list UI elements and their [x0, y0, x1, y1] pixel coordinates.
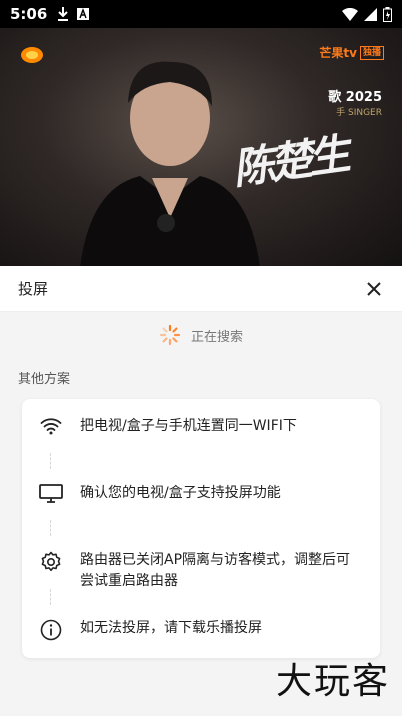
show-title-line2: 手 SINGER — [336, 108, 382, 118]
status-bar: 5:06 — [0, 0, 402, 28]
channel-badge: 独播 — [359, 45, 384, 60]
info-icon — [40, 619, 62, 641]
step-item: 确认您的电视/盒子支持投屏功能 — [22, 483, 380, 504]
watermark: 大玩客 — [275, 661, 390, 702]
step-item: 把电视/盒子与手机连置同一WIFI下 — [22, 416, 380, 437]
step-text-1: 把电视/盒子与手机连置同一WIFI下 — [80, 418, 297, 434]
step-text-2: 确认您的电视/盒子支持投屏功能 — [80, 485, 281, 501]
monitor-icon — [39, 484, 63, 503]
close-button[interactable] — [364, 279, 384, 299]
step-item: 如无法投屏，请下载乐播投屏 — [22, 618, 380, 641]
section-title-other-solutions: 其他方案 — [18, 372, 71, 387]
status-time: 5:06 — [10, 5, 48, 23]
searching-text: 正在搜索 — [190, 329, 243, 345]
video-player[interactable]: 芒果tv 独播 歌 2025 手 SINGER 陈楚生 — [0, 28, 402, 266]
step-text-4: 如无法投屏，请下载乐播投屏 — [80, 620, 262, 636]
font-a-icon — [77, 8, 90, 20]
step-item: 路由器已关闭AP隔离与访客模式，调整后可尝试重启路由器 — [22, 550, 380, 592]
cast-sheet-header: 投屏 — [0, 266, 402, 312]
show-title-line1: 歌 2025 — [328, 90, 382, 105]
sheet-title: 投屏 — [18, 280, 49, 298]
other-solutions-card: 把电视/盒子与手机连置同一WIFI下 确认您的电视/盒子支持投屏功能 路由器已关… — [22, 399, 380, 658]
download-icon — [58, 7, 69, 21]
step-connector — [50, 589, 51, 605]
step-text-3: 路由器已关闭AP隔离与访客模式，调整后可尝试重启路由器 — [80, 552, 351, 589]
close-icon — [367, 281, 381, 296]
mango-tv-logo: 芒果tv 独播 — [319, 44, 384, 61]
searching-indicator: 正在搜索 — [0, 320, 402, 350]
channel-logo-text: 芒果tv — [319, 46, 357, 60]
loading-spinner-icon — [159, 324, 181, 346]
step-connector — [50, 520, 51, 536]
cell-signal-icon — [364, 7, 377, 21]
wifi-signal-icon — [342, 7, 358, 21]
battery-icon — [383, 6, 392, 22]
hunan-tv-logo — [20, 46, 44, 64]
gear-icon — [41, 551, 61, 572]
show-title: 歌 2025 手 SINGER — [328, 86, 382, 118]
step-connector — [50, 453, 51, 469]
wifi-icon — [40, 418, 62, 435]
